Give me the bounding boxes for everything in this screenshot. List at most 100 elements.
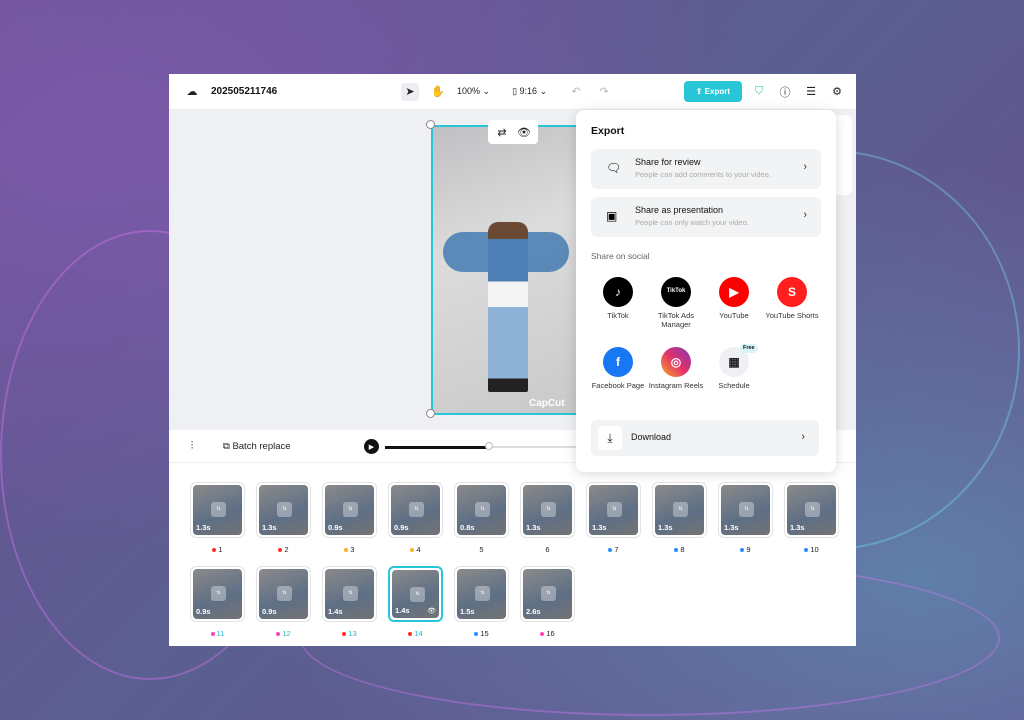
- clip-image: ⇅ 1.5s: [457, 569, 506, 619]
- instagram-reels-icon: ◎: [661, 347, 691, 377]
- clip-thumbnail[interactable]: ⇅ 1.3s: [256, 482, 311, 538]
- clip-number-label: 14: [414, 629, 423, 638]
- preview-tools: ⇄ 👁: [488, 120, 538, 144]
- clip-image: ⇅ 1.4s: [325, 569, 374, 619]
- replace-badge-icon: ⇅: [277, 586, 292, 601]
- option-subtitle: People can only watch your video.: [635, 218, 749, 227]
- zoom-dropdown[interactable]: 100% ⌄: [457, 86, 490, 97]
- clip-number-label: 6: [545, 545, 550, 554]
- clip-thumbnail[interactable]: ⇅ 1.3s: [586, 482, 641, 538]
- tiktok-ads-manager-icon: TikTok: [661, 277, 691, 307]
- share-youtube-shorts[interactable]: S YouTube Shorts: [763, 277, 821, 320]
- clip-color-dot: [474, 632, 479, 637]
- clip-thumbnail[interactable]: ⇅ 0.9s: [190, 566, 245, 622]
- youtube-shorts-icon: S: [777, 277, 807, 307]
- clip-color-dot: [804, 548, 809, 553]
- download-button[interactable]: ⤓ Download ›: [591, 420, 819, 456]
- clip-number: 15: [454, 629, 509, 638]
- project-title[interactable]: 202505211746: [211, 86, 277, 97]
- clip-image: ⇅ 0.9s: [193, 569, 242, 619]
- presentation-icon: ▣: [606, 209, 618, 223]
- share-youtube[interactable]: ▶ YouTube: [705, 277, 763, 320]
- clip-image: ⇅ 1.3s: [259, 485, 308, 535]
- layers-icon[interactable]: ☰: [802, 83, 820, 101]
- social-label: TikTok Ads Manager: [658, 311, 694, 330]
- replace-badge-icon: ⇅: [673, 502, 688, 517]
- share-tiktok[interactable]: ♪ TikTok: [589, 277, 647, 320]
- clip-thumbnail[interactable]: ⇅ 1.3s: [520, 482, 575, 538]
- clip-number-label: 15: [480, 629, 489, 638]
- export-button[interactable]: ⇪ Export: [683, 81, 742, 102]
- clip-number: 16: [520, 629, 575, 638]
- help-icon[interactable]: ⓘ: [776, 83, 794, 101]
- share-schedule[interactable]: ▦ Free Schedule: [705, 344, 763, 390]
- clip-number: 2: [256, 545, 311, 554]
- clip-image: ⇅ 1.3s: [787, 485, 836, 535]
- split-icon[interactable]: ⫶: [183, 437, 201, 455]
- clip-duration: 1.3s: [592, 523, 607, 532]
- pointer-tool-icon[interactable]: ➤: [401, 82, 419, 101]
- clip-duration: 0.9s: [328, 523, 343, 532]
- clip-thumbnail[interactable]: ⇅ 1.3s: [652, 482, 707, 538]
- clip-image: ⇅ 1.4s 👁: [392, 570, 439, 618]
- chevron-right-icon: ›: [801, 431, 805, 443]
- clip-thumbnail[interactable]: ⇅ 1.3s: [784, 482, 839, 538]
- clip-image: ⇅ 0.8s: [457, 485, 506, 535]
- clip-thumbnail[interactable]: ⇅ 0.9s: [256, 566, 311, 622]
- share-facebook-page[interactable]: f Facebook Page: [589, 347, 647, 390]
- shield-icon[interactable]: ⛉: [750, 83, 768, 101]
- clip-number-label: 4: [416, 545, 421, 554]
- clip-thumbnail[interactable]: ⇅ 1.5s: [454, 566, 509, 622]
- watermark: CapCut: [529, 398, 565, 409]
- clip-number: 4: [388, 545, 443, 554]
- clip-duration: 1.3s: [790, 523, 805, 532]
- clip-color-dot: [410, 548, 415, 553]
- clip-number-label: 9: [746, 545, 751, 554]
- clip-thumbnail[interactable]: ⇅ 1.4s: [322, 566, 377, 622]
- replace-icon[interactable]: ⇄: [493, 123, 511, 141]
- clip-thumbnail[interactable]: ⇅ 0.9s: [388, 482, 443, 538]
- share-as-presentation-option[interactable]: ▣ Share as presentation People can only …: [591, 197, 821, 237]
- replace-badge-icon: ⇅: [409, 502, 424, 517]
- clip-number-label: 7: [614, 545, 619, 554]
- social-label: TikTok: [607, 311, 629, 320]
- resize-handle[interactable]: [426, 120, 435, 129]
- clip-duration: 0.9s: [196, 607, 211, 616]
- clip-thumbnail[interactable]: ⇅ 1.3s: [718, 482, 773, 538]
- clip-duration: 1.4s: [328, 607, 343, 616]
- redo-icon[interactable]: ↷: [595, 83, 613, 101]
- settings-icon[interactable]: ⚙: [828, 83, 846, 101]
- social-label: YouTube Shorts: [765, 311, 819, 320]
- play-button[interactable]: ▶: [364, 439, 379, 454]
- batch-replace-button[interactable]: ⧉ Batch replace: [223, 441, 291, 452]
- clip-duration: 0.8s: [460, 523, 475, 532]
- scrubber-handle[interactable]: [485, 442, 493, 450]
- clip-color-dot: [212, 548, 217, 553]
- clip-number: 10: [784, 545, 839, 554]
- clip-thumbnail[interactable]: ⇅ 0.8s: [454, 482, 509, 538]
- hand-tool-icon[interactable]: ✋: [429, 83, 447, 101]
- video-preview[interactable]: CapCut: [431, 125, 581, 415]
- clip-thumbnail[interactable]: ⇅ 1.3s: [190, 482, 245, 538]
- social-label: Facebook Page: [591, 381, 645, 390]
- share-instagram-reels[interactable]: ◎ Instagram Reels: [647, 347, 705, 390]
- clip-image: ⇅ 0.9s: [391, 485, 440, 535]
- replace-badge-icon: ⇅: [211, 586, 226, 601]
- ratio-dropdown[interactable]: ▯ 9:16 ⌄: [512, 86, 547, 97]
- clip-thumbnail[interactable]: ⇅ 0.9s: [322, 482, 377, 538]
- replace-badge-icon: ⇅: [541, 502, 556, 517]
- clip-color-dot: [408, 632, 413, 637]
- clip-number-label: 13: [348, 629, 357, 638]
- resize-handle[interactable]: [426, 409, 435, 418]
- clip-image: ⇅ 1.3s: [589, 485, 638, 535]
- cloud-icon[interactable]: ☁: [183, 83, 201, 101]
- share-tiktok-ads-manager[interactable]: TikTok TikTok Ads Manager: [647, 277, 705, 330]
- clip-thumbnail[interactable]: ⇅ 1.4s 👁: [388, 566, 443, 622]
- share-for-review-option[interactable]: 🗨 Share for review People can add commen…: [591, 149, 821, 189]
- eye-icon[interactable]: 👁: [515, 123, 533, 141]
- clip-duration: 1.3s: [658, 523, 673, 532]
- clip-duration: 1.4s: [395, 606, 410, 615]
- clip-number: 6: [520, 545, 575, 554]
- clip-thumbnail[interactable]: ⇅ 2.6s: [520, 566, 575, 622]
- undo-icon[interactable]: ↶: [567, 83, 585, 101]
